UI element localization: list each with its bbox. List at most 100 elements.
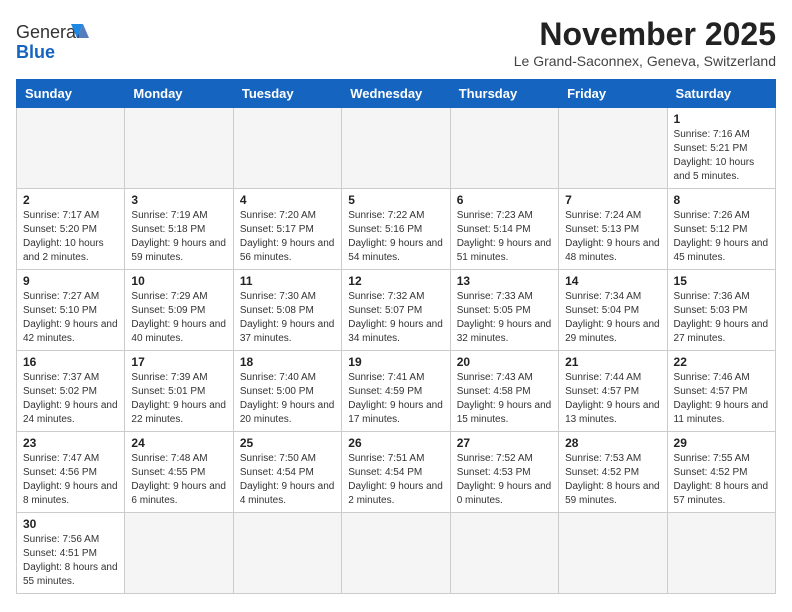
day-info: Sunrise: 7:34 AM Sunset: 5:04 PM Dayligh… xyxy=(565,290,660,346)
calendar-cell: 23 Sunrise: 7:47 AM Sunset: 4:56 PM Dayli… xyxy=(17,432,125,513)
day-number: 17 xyxy=(131,355,226,369)
day-info: Sunrise: 7:24 AM Sunset: 5:13 PM Dayligh… xyxy=(565,209,660,265)
day-info: Sunrise: 7:53 AM Sunset: 4:52 PM Dayligh… xyxy=(565,452,660,508)
day-info: Sunrise: 7:48 AM Sunset: 4:55 PM Dayligh… xyxy=(131,452,226,508)
day-info: Sunrise: 7:17 AM Sunset: 5:20 PM Dayligh… xyxy=(23,209,118,265)
day-number: 15 xyxy=(674,274,769,288)
calendar-cell xyxy=(450,108,558,189)
col-header-monday: Monday xyxy=(125,80,233,108)
col-header-friday: Friday xyxy=(559,80,667,108)
day-number: 5 xyxy=(348,193,443,207)
day-info: Sunrise: 7:16 AM Sunset: 5:21 PM Dayligh… xyxy=(674,128,769,184)
header: General Blue November 2025 Le Grand-Saco… xyxy=(16,16,776,71)
calendar-cell xyxy=(125,513,233,594)
day-number: 28 xyxy=(565,436,660,450)
svg-text:Blue: Blue xyxy=(16,42,55,62)
title-area: November 2025 Le Grand-Saconnex, Geneva,… xyxy=(514,16,776,69)
day-number: 14 xyxy=(565,274,660,288)
day-info: Sunrise: 7:55 AM Sunset: 4:52 PM Dayligh… xyxy=(674,452,769,508)
calendar-cell: 6 Sunrise: 7:23 AM Sunset: 5:14 PM Daylig… xyxy=(450,189,558,270)
calendar-header-row: SundayMondayTuesdayWednesdayThursdayFrid… xyxy=(17,80,776,108)
calendar-cell xyxy=(17,108,125,189)
calendar-cell xyxy=(233,108,341,189)
day-info: Sunrise: 7:41 AM Sunset: 4:59 PM Dayligh… xyxy=(348,371,443,427)
calendar-cell: 28 Sunrise: 7:53 AM Sunset: 4:52 PM Dayli… xyxy=(559,432,667,513)
calendar-cell: 26Sunrise: 7:51 AM Sunset: 4:54 PM Dayli… xyxy=(342,432,450,513)
day-number: 11 xyxy=(240,274,335,288)
calendar-cell: 2 Sunrise: 7:17 AM Sunset: 5:20 PM Daylig… xyxy=(17,189,125,270)
day-info: Sunrise: 7:37 AM Sunset: 5:02 PM Dayligh… xyxy=(23,371,118,427)
calendar-cell xyxy=(667,513,775,594)
day-info: Sunrise: 7:52 AM Sunset: 4:53 PM Dayligh… xyxy=(457,452,552,508)
calendar-cell: 18Sunrise: 7:40 AM Sunset: 5:00 PM Dayli… xyxy=(233,351,341,432)
day-info: Sunrise: 7:36 AM Sunset: 5:03 PM Dayligh… xyxy=(674,290,769,346)
day-info: Sunrise: 7:44 AM Sunset: 4:57 PM Dayligh… xyxy=(565,371,660,427)
day-number: 13 xyxy=(457,274,552,288)
day-number: 7 xyxy=(565,193,660,207)
calendar-cell xyxy=(342,108,450,189)
calendar-cell xyxy=(233,513,341,594)
month-title: November 2025 xyxy=(514,16,776,53)
calendar-cell: 7 Sunrise: 7:24 AM Sunset: 5:13 PM Daylig… xyxy=(559,189,667,270)
day-number: 4 xyxy=(240,193,335,207)
calendar-cell xyxy=(450,513,558,594)
calendar-cell: 4Sunrise: 7:20 AM Sunset: 5:17 PM Daylig… xyxy=(233,189,341,270)
day-number: 19 xyxy=(348,355,443,369)
calendar-cell: 30Sunrise: 7:56 AM Sunset: 4:51 PM Dayli… xyxy=(17,513,125,594)
day-info: Sunrise: 7:26 AM Sunset: 5:12 PM Dayligh… xyxy=(674,209,769,265)
day-info: Sunrise: 7:43 AM Sunset: 4:58 PM Dayligh… xyxy=(457,371,552,427)
day-number: 21 xyxy=(565,355,660,369)
day-number: 23 xyxy=(23,436,118,450)
calendar-cell: 21 Sunrise: 7:44 AM Sunset: 4:57 PM Dayli… xyxy=(559,351,667,432)
day-number: 8 xyxy=(674,193,769,207)
calendar-cell xyxy=(559,108,667,189)
calendar-cell: 1 Sunrise: 7:16 AM Sunset: 5:21 PM Daylig… xyxy=(667,108,775,189)
col-header-tuesday: Tuesday xyxy=(233,80,341,108)
logo-svg: General Blue xyxy=(16,16,96,71)
svg-text:General: General xyxy=(16,22,80,42)
day-info: Sunrise: 7:50 AM Sunset: 4:54 PM Dayligh… xyxy=(240,452,335,508)
day-number: 25 xyxy=(240,436,335,450)
day-number: 20 xyxy=(457,355,552,369)
calendar-cell: 29Sunrise: 7:55 AM Sunset: 4:52 PM Dayli… xyxy=(667,432,775,513)
day-number: 10 xyxy=(131,274,226,288)
day-info: Sunrise: 7:29 AM Sunset: 5:09 PM Dayligh… xyxy=(131,290,226,346)
day-info: Sunrise: 7:23 AM Sunset: 5:14 PM Dayligh… xyxy=(457,209,552,265)
week-row-3: 16Sunrise: 7:37 AM Sunset: 5:02 PM Dayli… xyxy=(17,351,776,432)
day-number: 9 xyxy=(23,274,118,288)
week-row-0: 1 Sunrise: 7:16 AM Sunset: 5:21 PM Daylig… xyxy=(17,108,776,189)
day-number: 12 xyxy=(348,274,443,288)
calendar-cell: 12 Sunrise: 7:32 AM Sunset: 5:07 PM Dayli… xyxy=(342,270,450,351)
day-info: Sunrise: 7:27 AM Sunset: 5:10 PM Dayligh… xyxy=(23,290,118,346)
week-row-4: 23 Sunrise: 7:47 AM Sunset: 4:56 PM Dayli… xyxy=(17,432,776,513)
day-info: Sunrise: 7:40 AM Sunset: 5:00 PM Dayligh… xyxy=(240,371,335,427)
day-number: 27 xyxy=(457,436,552,450)
day-info: Sunrise: 7:32 AM Sunset: 5:07 PM Dayligh… xyxy=(348,290,443,346)
day-number: 24 xyxy=(131,436,226,450)
day-info: Sunrise: 7:22 AM Sunset: 5:16 PM Dayligh… xyxy=(348,209,443,265)
calendar-cell: 19 Sunrise: 7:41 AM Sunset: 4:59 PM Dayli… xyxy=(342,351,450,432)
calendar-cell: 8 Sunrise: 7:26 AM Sunset: 5:12 PM Daylig… xyxy=(667,189,775,270)
calendar-cell xyxy=(342,513,450,594)
calendar-cell: 22Sunrise: 7:46 AM Sunset: 4:57 PM Dayli… xyxy=(667,351,775,432)
calendar-cell: 13Sunrise: 7:33 AM Sunset: 5:05 PM Dayli… xyxy=(450,270,558,351)
day-number: 30 xyxy=(23,517,118,531)
col-header-wednesday: Wednesday xyxy=(342,80,450,108)
calendar-cell: 27 Sunrise: 7:52 AM Sunset: 4:53 PM Dayli… xyxy=(450,432,558,513)
calendar-cell: 17Sunrise: 7:39 AM Sunset: 5:01 PM Dayli… xyxy=(125,351,233,432)
day-info: Sunrise: 7:30 AM Sunset: 5:08 PM Dayligh… xyxy=(240,290,335,346)
week-row-5: 30Sunrise: 7:56 AM Sunset: 4:51 PM Dayli… xyxy=(17,513,776,594)
calendar: SundayMondayTuesdayWednesdayThursdayFrid… xyxy=(16,79,776,594)
day-number: 1 xyxy=(674,112,769,126)
calendar-cell xyxy=(559,513,667,594)
day-number: 6 xyxy=(457,193,552,207)
day-number: 26 xyxy=(348,436,443,450)
calendar-cell: 25 Sunrise: 7:50 AM Sunset: 4:54 PM Dayli… xyxy=(233,432,341,513)
day-info: Sunrise: 7:47 AM Sunset: 4:56 PM Dayligh… xyxy=(23,452,118,508)
day-info: Sunrise: 7:46 AM Sunset: 4:57 PM Dayligh… xyxy=(674,371,769,427)
calendar-cell: 15 Sunrise: 7:36 AM Sunset: 5:03 PM Dayli… xyxy=(667,270,775,351)
logo: General Blue xyxy=(16,16,96,71)
calendar-cell: 16Sunrise: 7:37 AM Sunset: 5:02 PM Dayli… xyxy=(17,351,125,432)
calendar-cell: 14 Sunrise: 7:34 AM Sunset: 5:04 PM Dayli… xyxy=(559,270,667,351)
day-number: 2 xyxy=(23,193,118,207)
